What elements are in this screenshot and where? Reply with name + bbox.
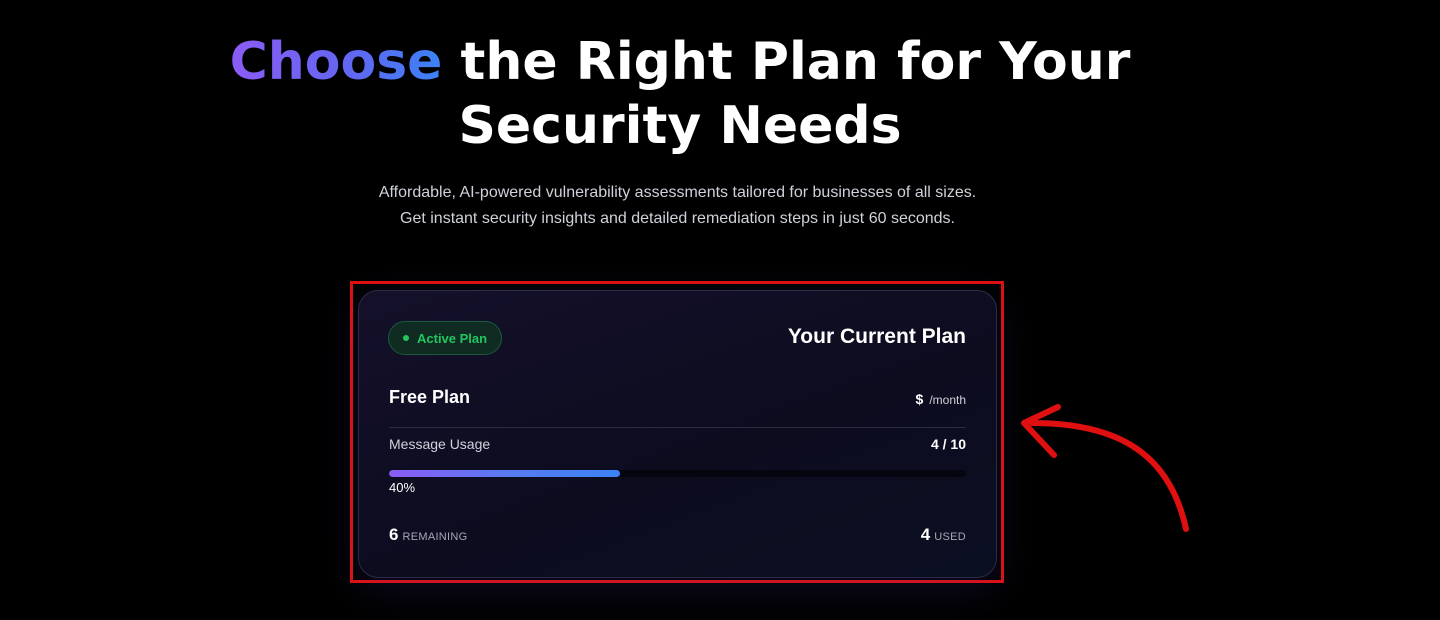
card-divider bbox=[389, 427, 966, 428]
usage-count: 4 / 10 bbox=[930, 436, 966, 452]
price-period: /month bbox=[929, 393, 966, 407]
used-value: 4 bbox=[920, 525, 931, 544]
usage-percent: 40% bbox=[389, 480, 416, 495]
usage-progress-track bbox=[389, 470, 966, 477]
remaining-value: 6 bbox=[389, 525, 399, 544]
page-subtitle-line-2: Get instant security insights and detail… bbox=[400, 210, 955, 227]
status-dot-icon bbox=[403, 335, 409, 341]
pricing-page: Choose the Right Plan for Your Security … bbox=[0, 0, 1440, 620]
usage-label: Message Usage bbox=[389, 436, 491, 452]
page-title: Choose the Right Plan for Your Security … bbox=[0, 30, 1360, 158]
used-stat: 4 USED bbox=[921, 525, 966, 545]
active-plan-badge-label: Active Plan bbox=[417, 330, 488, 346]
page-subtitle-line-1: Affordable, AI-powered vulnerability ass… bbox=[378, 184, 977, 201]
price-currency: $ bbox=[915, 391, 924, 407]
page-title-accent: Choose bbox=[229, 32, 443, 92]
curved-arrow-icon bbox=[1021, 404, 1189, 532]
card-heading: Your Current Plan bbox=[787, 325, 966, 348]
plan-name: Free Plan bbox=[389, 387, 471, 407]
page-title-line-2: Security Needs bbox=[458, 96, 902, 156]
active-plan-badge: Active Plan bbox=[388, 321, 503, 355]
used-caption: USED bbox=[934, 531, 966, 543]
remaining-stat: 6 REMAINING bbox=[389, 525, 468, 545]
page-title-rest: the Right Plan for Your bbox=[442, 32, 1131, 92]
plan-price: $ /month bbox=[916, 391, 966, 407]
page-subtitle: Affordable, AI-powered vulnerability ass… bbox=[0, 180, 1355, 232]
page-title-line-1: Choose the Right Plan for Your bbox=[0, 30, 1360, 94]
remaining-caption: REMAINING bbox=[402, 531, 468, 543]
usage-progress-fill bbox=[389, 470, 620, 477]
current-plan-card: Active Plan Your Current Plan Free Plan … bbox=[358, 290, 997, 578]
